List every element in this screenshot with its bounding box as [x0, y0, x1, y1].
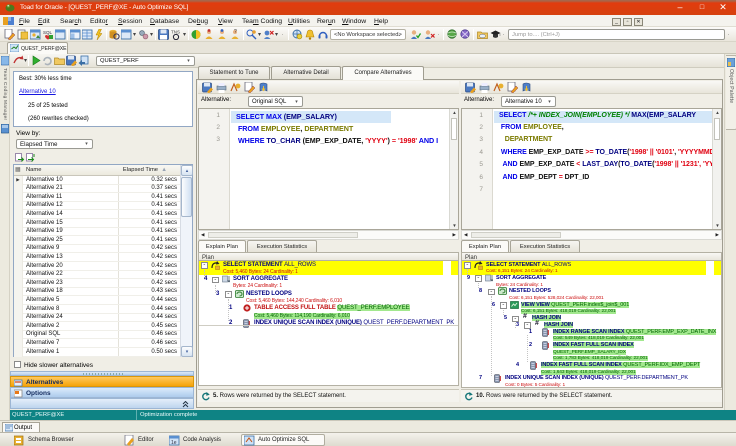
svg-text:1e: 1e	[171, 440, 177, 446]
svg-text:SQL: SQL	[43, 30, 53, 35]
svg-text:?: ?	[234, 29, 237, 35]
svg-text:TNS: TNS	[171, 30, 180, 35]
